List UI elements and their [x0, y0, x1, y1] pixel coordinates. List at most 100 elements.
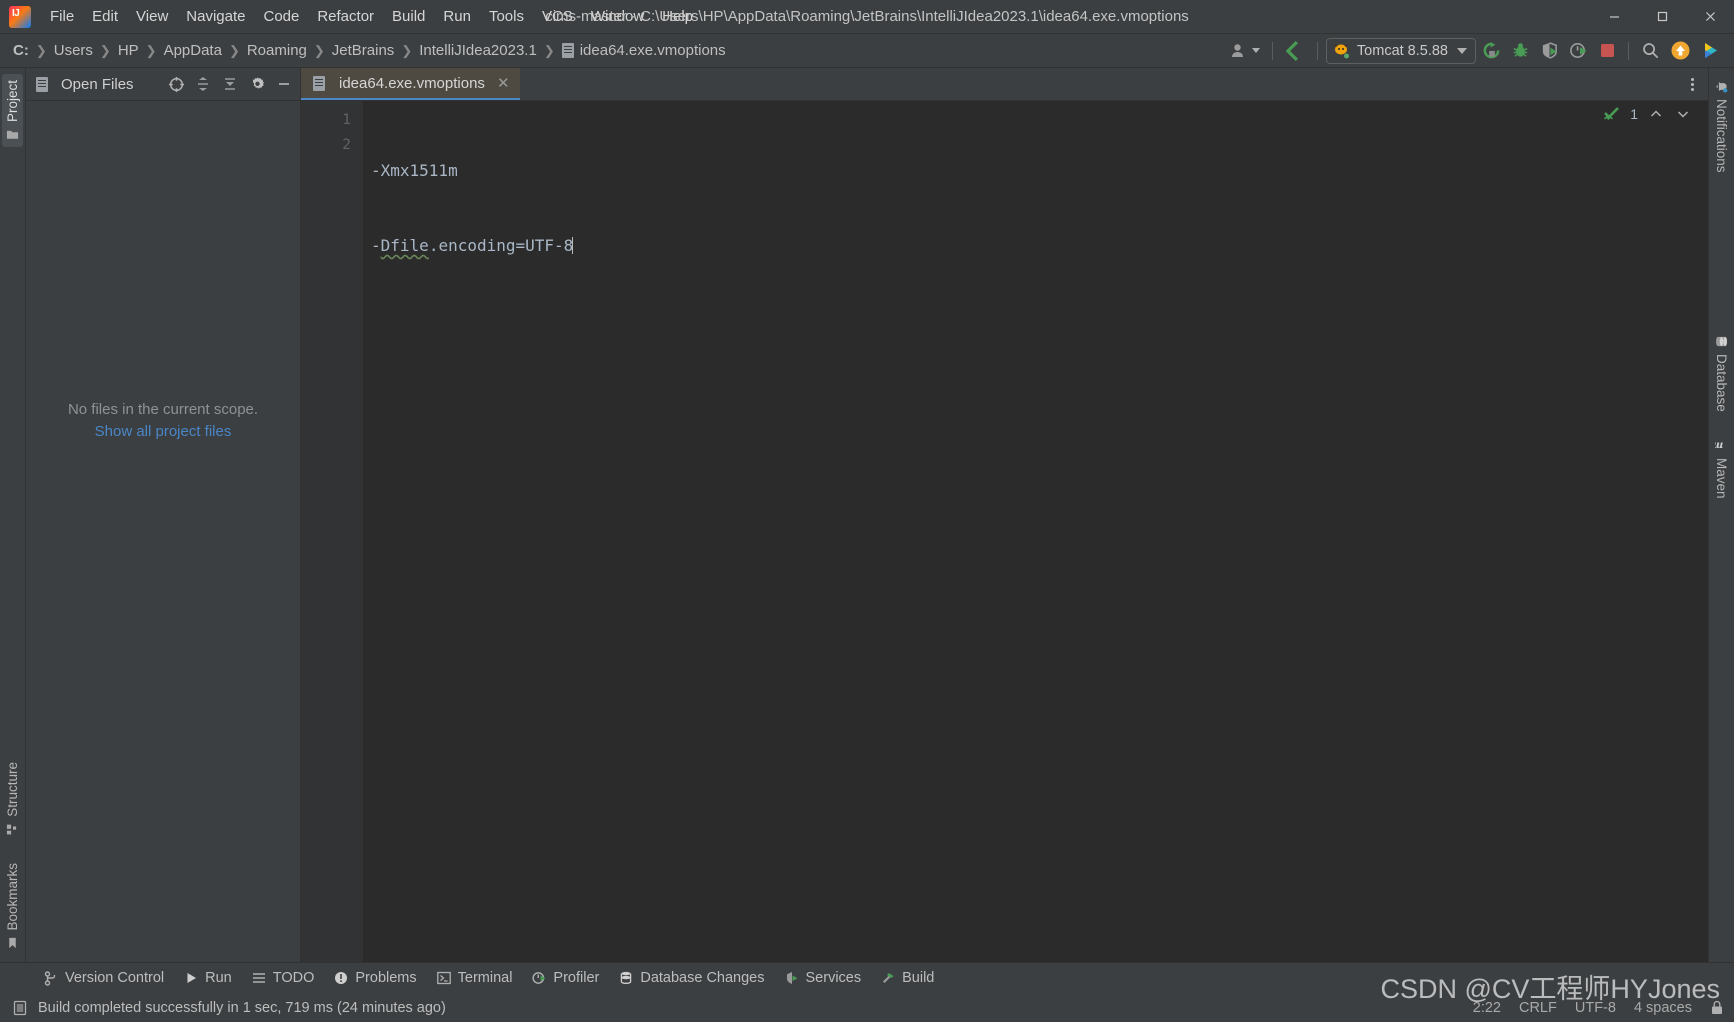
- bottom-tool-profiler[interactable]: Profiler: [524, 966, 607, 990]
- menu-code[interactable]: Code: [254, 0, 308, 33]
- menu-window[interactable]: Window: [582, 0, 653, 33]
- previous-problem-button[interactable]: [1647, 105, 1665, 123]
- menu-view[interactable]: View: [127, 0, 177, 33]
- menu-edit[interactable]: Edit: [83, 0, 127, 33]
- project-folder-icon: [6, 130, 19, 139]
- update-available-button[interactable]: [1666, 38, 1695, 64]
- sidebar-item-project[interactable]: Project: [2, 74, 23, 148]
- close-button[interactable]: [1686, 0, 1734, 33]
- breadcrumb-item-intellijidea[interactable]: IntelliJIdea2023.1: [416, 40, 540, 61]
- main-body: Project Structure Bookmarks Open Files N…: [0, 68, 1734, 962]
- event-log-icon[interactable]: [12, 1000, 28, 1016]
- line-separator[interactable]: CRLF: [1519, 1000, 1557, 1016]
- bottom-tool-database-changes[interactable]: Database Changes: [611, 966, 772, 990]
- bottom-tool-todo[interactable]: TODO: [244, 966, 323, 990]
- readonly-toggle-icon[interactable]: [1710, 1000, 1724, 1016]
- bottom-tool-run[interactable]: Run: [176, 966, 240, 990]
- menu-tools[interactable]: Tools: [480, 0, 533, 33]
- sidebar-item-bookmarks-label: Bookmarks: [5, 863, 20, 931]
- stop-button[interactable]: [1594, 38, 1620, 64]
- sidebar-item-notifications[interactable]: Notifications: [1711, 74, 1732, 179]
- run-with-coverage-button[interactable]: [1536, 38, 1563, 64]
- menu-refactor[interactable]: Refactor: [308, 0, 383, 33]
- breadcrumb-separator: ❯: [99, 42, 111, 58]
- expand-all-button[interactable]: [191, 72, 215, 96]
- intellij-logo-icon: [9, 5, 31, 28]
- green-arrow-icon: [1285, 40, 1298, 61]
- breadcrumb-intellijidea-label: IntelliJIdea2023.1: [419, 42, 537, 59]
- sidebar-item-structure[interactable]: Structure: [2, 756, 23, 842]
- search-everywhere-button[interactable]: [1637, 38, 1664, 64]
- editor-scrollbar[interactable]: [1694, 101, 1708, 962]
- database-changes-icon: [621, 971, 632, 984]
- sidebar-item-database[interactable]: Database: [1711, 329, 1732, 418]
- rerun-button[interactable]: [1478, 38, 1505, 64]
- minimize-button[interactable]: [1590, 0, 1638, 33]
- profiler-icon: [1570, 43, 1587, 58]
- ide-feature-button[interactable]: [1697, 38, 1726, 64]
- breadcrumb-item-file[interactable]: idea64.exe.vmoptions: [559, 40, 729, 61]
- close-icon: [1705, 12, 1715, 21]
- sidebar-item-maven[interactable]: m Maven: [1711, 433, 1732, 505]
- project-tool-window: Open Files No files in the current scope…: [26, 68, 301, 962]
- ide-feature-icon: [1705, 43, 1717, 58]
- hide-panel-button[interactable]: [272, 72, 296, 96]
- breadcrumb-item-appdata[interactable]: AppData: [161, 40, 225, 61]
- menu-view-label: View: [136, 8, 169, 25]
- project-panel-title-label: Open Files: [61, 75, 134, 93]
- menu-code-label: Code: [263, 8, 300, 25]
- more-options-icon[interactable]: [1682, 74, 1702, 94]
- bottom-tool-terminal[interactable]: Terminal: [429, 966, 521, 990]
- show-all-project-files-link[interactable]: Show all project files: [95, 423, 232, 440]
- code-editor[interactable]: -Xmx1511m -Dfile.encoding=UTF-8: [363, 101, 1694, 962]
- caret-position[interactable]: 2:22: [1473, 1000, 1501, 1016]
- search-icon: [1643, 43, 1659, 59]
- profiler-button[interactable]: [1565, 38, 1592, 64]
- indent-setting[interactable]: 4 spaces: [1634, 1000, 1692, 1016]
- bottom-tool-version-control-label: Version Control: [65, 970, 165, 986]
- breadcrumb-item-roaming[interactable]: Roaming: [244, 40, 310, 61]
- menu-vcs[interactable]: VCS: [533, 0, 582, 33]
- status-message-group: Build completed successfully in 1 sec, 7…: [12, 1000, 446, 1016]
- sidebar-item-database-label: Database: [1714, 353, 1729, 412]
- breadcrumb-appdata-label: AppData: [163, 42, 222, 59]
- breadcrumb-item-drive[interactable]: C:: [10, 40, 32, 61]
- bottom-tool-terminal-label: Terminal: [457, 970, 513, 986]
- code-line-1: -Xmx1511m: [371, 161, 458, 180]
- close-icon[interactable]: ✕: [497, 74, 510, 92]
- breadcrumb-roaming-label: Roaming: [246, 42, 307, 59]
- line-number: 1: [342, 112, 351, 128]
- updates-button[interactable]: [1281, 38, 1309, 64]
- menu-help[interactable]: Help: [653, 0, 702, 33]
- sidebar-item-bookmarks[interactable]: Bookmarks: [2, 857, 23, 956]
- file-encoding[interactable]: UTF-8: [1575, 1000, 1616, 1016]
- menu-file[interactable]: File: [41, 0, 83, 33]
- account-button[interactable]: [1227, 38, 1264, 64]
- right-tool-stripe: Notifications Database m Maven: [1708, 68, 1734, 962]
- bottom-tool-problems-label: Problems: [355, 970, 417, 986]
- settings-button[interactable]: [245, 72, 269, 96]
- bottom-tool-services[interactable]: Services: [777, 966, 870, 990]
- maximize-button[interactable]: [1638, 0, 1686, 33]
- scope-target-button[interactable]: [164, 72, 188, 96]
- bottom-tool-version-control[interactable]: Version Control: [36, 966, 172, 990]
- file-icon: [561, 43, 574, 58]
- breadcrumb-item-jetbrains[interactable]: JetBrains: [329, 40, 398, 61]
- inspection-widget[interactable]: 1: [1603, 105, 1692, 123]
- bottom-tool-build[interactable]: Build: [873, 966, 942, 990]
- breadcrumb-item-users[interactable]: Users: [51, 40, 96, 61]
- menu-navigate[interactable]: Navigate: [177, 0, 254, 33]
- bottom-tool-problems[interactable]: Problems: [326, 966, 424, 990]
- menu-build[interactable]: Build: [383, 0, 434, 33]
- menu-run[interactable]: Run: [434, 0, 480, 33]
- debug-button[interactable]: [1507, 38, 1534, 64]
- version-control-icon: [44, 970, 56, 986]
- tab-idea64-vmoptions[interactable]: idea64.exe.vmoptions ✕: [301, 68, 520, 100]
- breadcrumb-item-hp[interactable]: HP: [115, 40, 142, 61]
- bell-icon: [1716, 82, 1728, 93]
- collapse-all-button[interactable]: [218, 72, 242, 96]
- run-configuration-selector[interactable]: Tomcat 8.5.88: [1325, 37, 1476, 64]
- next-problem-button[interactable]: [1674, 105, 1692, 123]
- collapse-all-icon: [225, 78, 235, 90]
- bottom-tool-todo-label: TODO: [272, 970, 315, 986]
